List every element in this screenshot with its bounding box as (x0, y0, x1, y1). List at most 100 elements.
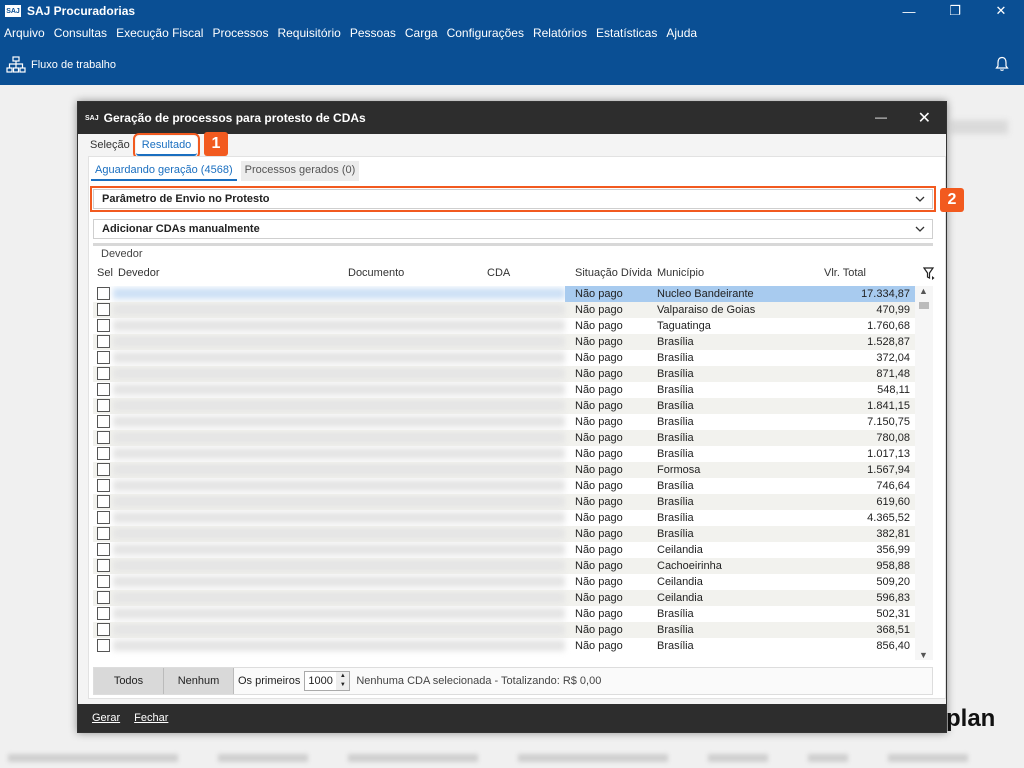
bell-icon[interactable] (995, 56, 1009, 72)
table-row[interactable]: Não pago Brasília 382,81 (93, 526, 915, 542)
row-checkbox[interactable] (97, 335, 110, 348)
row-checkbox[interactable] (97, 447, 110, 460)
table-row[interactable]: Não pago Brasília 1.841,15 (93, 398, 915, 414)
table-row[interactable]: Não pago Brasília 372,04 (93, 350, 915, 366)
row-checkbox[interactable] (97, 543, 110, 556)
chevron-up-icon[interactable]: ▲ (919, 286, 928, 296)
quantity-stepper[interactable]: ▲ ▼ (336, 672, 350, 690)
menu-item-consultas[interactable]: Consultas (54, 26, 107, 40)
cell-municipio: Brasília (657, 352, 694, 364)
background-blurred-text (950, 120, 1008, 134)
cell-valor: 4.365,52 (867, 512, 910, 524)
row-checkbox[interactable] (97, 415, 110, 428)
row-checkbox[interactable] (97, 511, 110, 524)
tab-selecao[interactable]: Seleção (84, 136, 136, 156)
row-checkbox[interactable] (97, 479, 110, 492)
table-row[interactable]: Não pago Ceilandia 596,83 (93, 590, 915, 606)
grid-rows: Não pago Nucleo Bandeirante 17.334,87 Não p… (93, 286, 915, 658)
table-row[interactable]: Não pago Brasília 780,08 (93, 430, 915, 446)
table-row[interactable]: Não pago Nucleo Bandeirante 17.334,87 (93, 286, 915, 302)
redacted-debtor-data (113, 528, 565, 539)
table-row[interactable]: Não pago Brasília 7.150,75 (93, 414, 915, 430)
cell-situacao: Não pago (575, 640, 623, 652)
row-checkbox[interactable] (97, 367, 110, 380)
table-row[interactable]: Não pago Brasília 1.528,87 (93, 334, 915, 350)
menu-item-estatisticas[interactable]: Estatísticas (596, 26, 657, 40)
chevron-down-icon[interactable]: ▼ (919, 650, 928, 660)
tab-aguardando-geracao[interactable]: Aguardando geração (4568) (91, 161, 237, 181)
row-checkbox[interactable] (97, 431, 110, 444)
col-header-situacao[interactable]: Situação Dívida (575, 267, 652, 279)
table-row[interactable]: Não pago Brasília 548,11 (93, 382, 915, 398)
first-n-input[interactable]: 1000 ▲ ▼ (304, 671, 351, 691)
cell-municipio: Brasília (657, 432, 694, 444)
menu-item-processos[interactable]: Processos (212, 26, 268, 40)
grid-scrollbar[interactable]: ▲ ▼ (915, 286, 933, 660)
row-checkbox[interactable] (97, 495, 110, 508)
menu-item-relatorios[interactable]: Relatórios (533, 26, 587, 40)
col-header-municipio[interactable]: Município (657, 267, 704, 279)
dialog-close-icon[interactable]: ✕ (918, 108, 931, 128)
dialog-minimize-icon[interactable]: — (874, 110, 888, 124)
filter-icon[interactable] (923, 267, 935, 280)
row-checkbox[interactable] (97, 303, 110, 316)
workflow-button[interactable]: Fluxo de trabalho (6, 55, 116, 74)
restore-icon[interactable]: ❐ (932, 0, 978, 22)
row-checkbox[interactable] (97, 607, 110, 620)
table-row[interactable]: Não pago Brasília 4.365,52 (93, 510, 915, 526)
cell-municipio: Brasília (657, 400, 694, 412)
table-row[interactable]: Não pago Brasília 368,51 (93, 622, 915, 638)
cell-valor: 1.528,87 (867, 336, 910, 348)
cell-municipio: Brasília (657, 512, 694, 524)
menu-item-ajuda[interactable]: Ajuda (666, 26, 697, 40)
table-row[interactable]: Não pago Brasília 1.017,13 (93, 446, 915, 462)
menu-item-carga[interactable]: Carga (405, 26, 438, 40)
row-checkbox[interactable] (97, 319, 110, 332)
menu-item-pessoas[interactable]: Pessoas (350, 26, 396, 40)
table-row[interactable]: Não pago Cachoeirinha 958,88 (93, 558, 915, 574)
table-row[interactable]: Não pago Brasília 871,48 (93, 366, 915, 382)
row-checkbox[interactable] (97, 575, 110, 588)
table-row[interactable]: Não pago Ceilandia 356,99 (93, 542, 915, 558)
cell-municipio: Brasília (657, 448, 694, 460)
table-row[interactable]: Não pago Brasília 856,40 (93, 638, 915, 654)
table-row[interactable]: Não pago Valparaiso de Goias 470,99 (93, 302, 915, 318)
gerar-button[interactable]: Gerar (92, 712, 120, 724)
table-row[interactable]: Não pago Brasília 746,64 (93, 478, 915, 494)
section-adicionar-cdas[interactable]: Adicionar CDAs manualmente (93, 219, 933, 239)
menu-item-configuracoes[interactable]: Configurações (447, 26, 524, 40)
col-header-devedor[interactable]: Devedor (118, 267, 160, 279)
close-icon[interactable]: ✕ (978, 0, 1024, 22)
row-checkbox[interactable] (97, 559, 110, 572)
menu-item-arquivo[interactable]: Arquivo (4, 26, 45, 40)
col-header-documento[interactable]: Documento (348, 267, 404, 279)
row-checkbox[interactable] (97, 399, 110, 412)
col-header-valor[interactable]: Vlr. Total (824, 267, 866, 279)
row-checkbox[interactable] (97, 527, 110, 540)
row-checkbox[interactable] (97, 623, 110, 636)
row-checkbox[interactable] (97, 639, 110, 652)
menu-item-execucao-fiscal[interactable]: Execução Fiscal (116, 26, 203, 40)
redacted-debtor-data (113, 512, 565, 523)
menu-item-requisitorio[interactable]: Requisitório (277, 26, 340, 40)
table-row[interactable]: Não pago Brasília 502,31 (93, 606, 915, 622)
row-checkbox[interactable] (97, 463, 110, 476)
minimize-icon[interactable]: — (886, 0, 932, 22)
table-row[interactable]: Não pago Brasília 619,60 (93, 494, 915, 510)
table-row[interactable]: Não pago Taguatinga 1.760,68 (93, 318, 915, 334)
section-parametro-envio[interactable]: Parâmetro de Envio no Protesto (90, 186, 936, 212)
row-checkbox[interactable] (97, 287, 110, 300)
fechar-button[interactable]: Fechar (134, 712, 168, 724)
col-header-sel[interactable]: Sel (97, 267, 113, 279)
tab-processos-gerados[interactable]: Processos gerados (0) (240, 161, 360, 181)
select-none-button[interactable]: Nenhum (164, 668, 234, 694)
col-header-cda[interactable]: CDA (487, 267, 510, 279)
table-row[interactable]: Não pago Ceilandia 509,20 (93, 574, 915, 590)
table-row[interactable]: Não pago Formosa 1.567,94 (93, 462, 915, 478)
row-checkbox[interactable] (97, 351, 110, 364)
row-checkbox[interactable] (97, 591, 110, 604)
select-all-button[interactable]: Todos (94, 668, 164, 694)
tab-resultado[interactable]: Resultado (132, 133, 201, 159)
scrollbar-thumb[interactable] (919, 302, 929, 309)
row-checkbox[interactable] (97, 383, 110, 396)
